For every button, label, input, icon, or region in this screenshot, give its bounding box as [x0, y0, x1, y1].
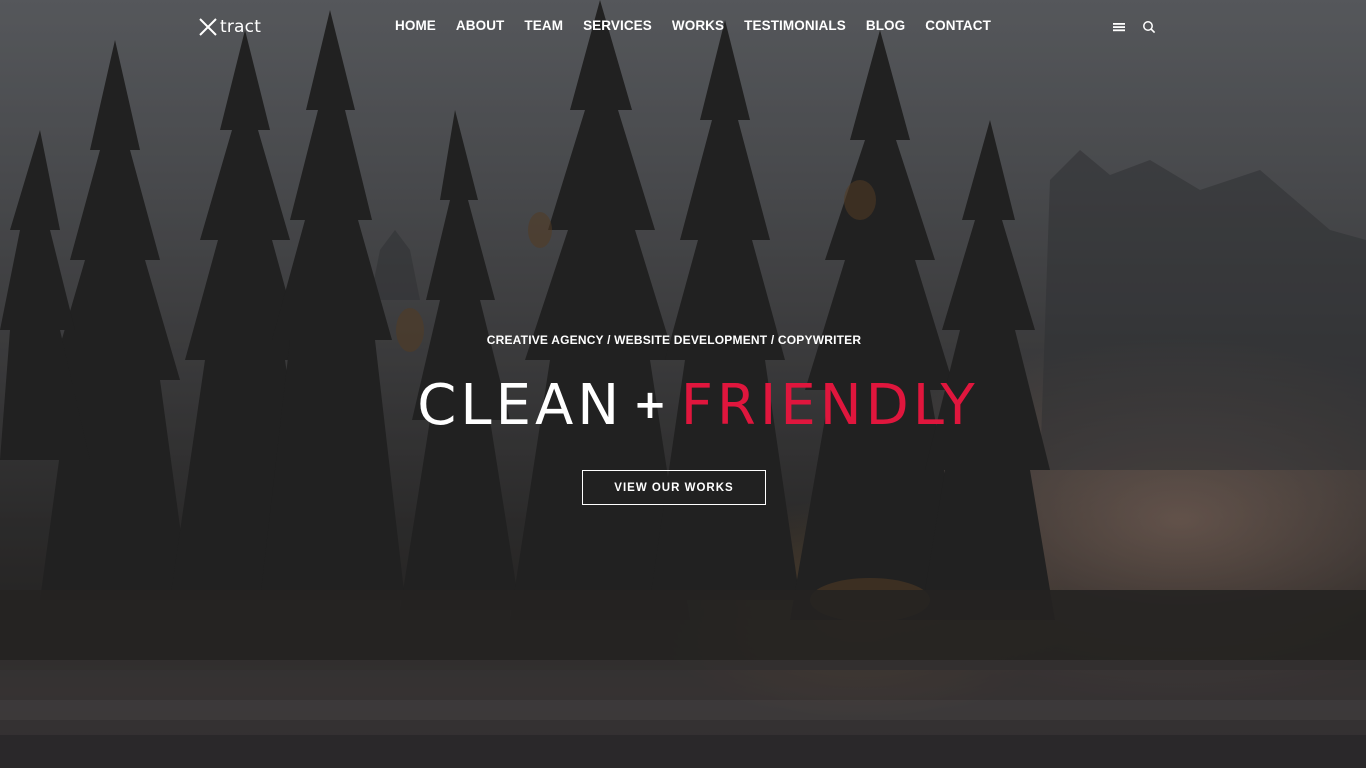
logo-text: tract: [220, 17, 262, 37]
nav-item-about[interactable]: ABOUT: [456, 18, 505, 34]
view-our-works-button[interactable]: VIEW OUR WORKS: [582, 470, 766, 505]
main-navigation: HOME ABOUT TEAM SERVICES WORKS TESTIMONI…: [395, 18, 1011, 34]
nav-item-blog[interactable]: BLOG: [866, 18, 905, 34]
nav-item-contact[interactable]: CONTACT: [925, 18, 991, 34]
headline-plus: +: [633, 382, 671, 428]
search-icon[interactable]: [1142, 20, 1156, 34]
menu-icon[interactable]: [1112, 20, 1126, 34]
nav-item-services[interactable]: SERVICES: [583, 18, 652, 34]
logo[interactable]: tract: [198, 16, 261, 38]
nav-item-home[interactable]: HOME: [395, 18, 436, 34]
site-header: tract HOME ABOUT TEAM SERVICES WORKS TES…: [0, 0, 1366, 54]
headline-word-friendly: FRIENDLY: [680, 373, 979, 438]
logo-x-icon: [199, 18, 217, 36]
nav-item-testimonials[interactable]: TESTIMONIALS: [744, 18, 846, 34]
nav-item-works[interactable]: WORKS: [672, 18, 724, 34]
headline-word-clean: CLEAN: [417, 373, 624, 438]
nav-item-team[interactable]: TEAM: [524, 18, 563, 34]
header-actions: [1112, 20, 1156, 34]
hero-tagline: CREATIVE AGENCY / WEBSITE DEVELOPMENT / …: [486, 333, 862, 347]
hero-headline: CLEAN + FRIENDLY: [0, 372, 1366, 445]
